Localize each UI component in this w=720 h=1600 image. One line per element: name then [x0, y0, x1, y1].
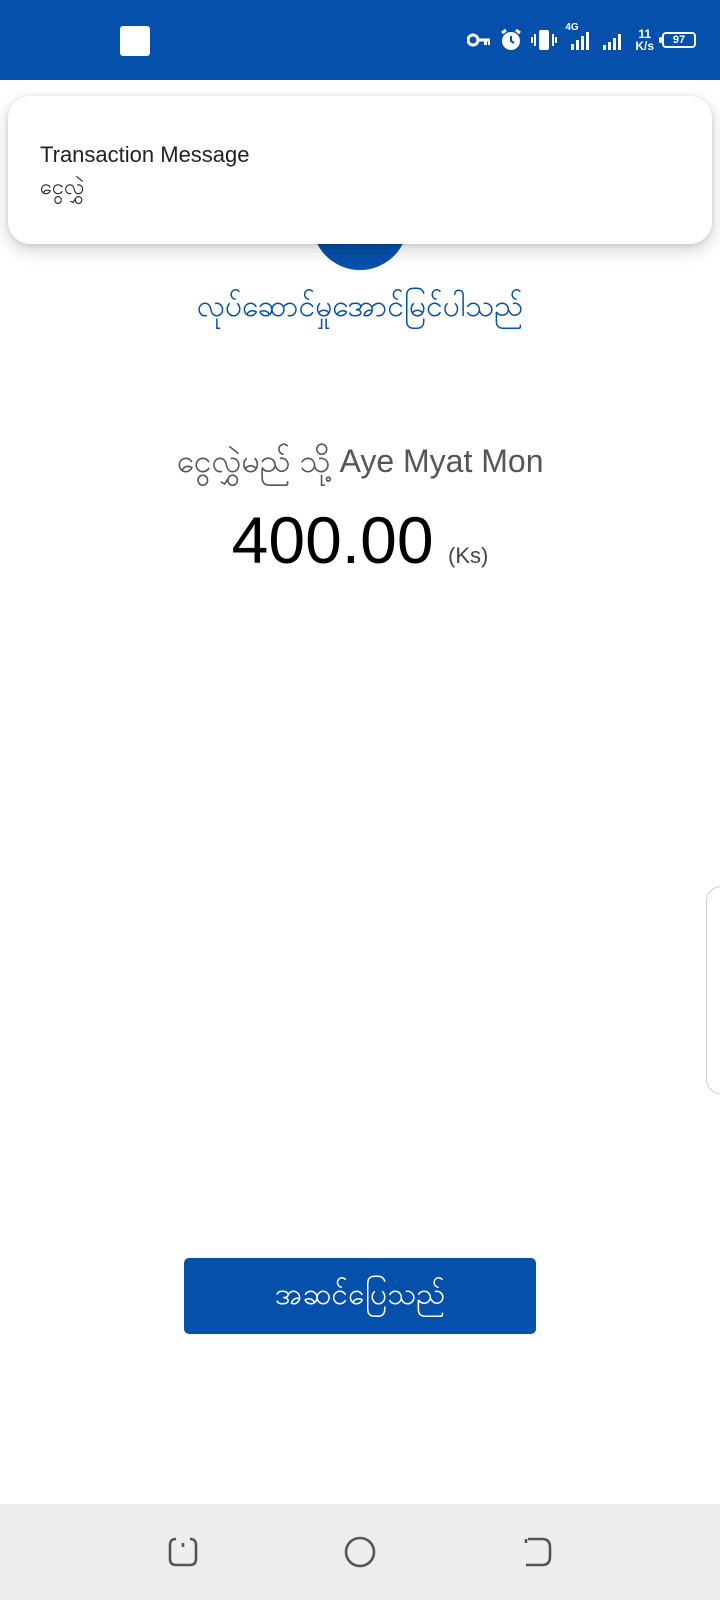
done-button[interactable]: အဆင်ပြေသည် — [184, 1258, 536, 1334]
amount-row: 400.00 (Ks) — [0, 500, 720, 599]
home-button[interactable] — [340, 1534, 380, 1574]
signal-icon — [601, 28, 627, 52]
success-message: လုပ်ဆောင်မှုအောင်မြင်ပါသည် — [196, 290, 524, 323]
alarm-icon — [499, 28, 523, 52]
speed-unit: K/s — [635, 39, 654, 53]
battery-level: 97 — [672, 34, 686, 46]
notification-title: Transaction Message — [40, 142, 250, 167]
navigation-bar — [0, 1504, 720, 1600]
status-bar: 4G 11 K/s 97 — [0, 0, 720, 80]
back-button[interactable] — [517, 1534, 557, 1574]
home-icon — [343, 1535, 377, 1574]
app-notification-icon — [120, 26, 150, 56]
status-icons: 4G 11 K/s 97 — [467, 22, 696, 56]
amount-currency: (Ks) — [448, 543, 489, 568]
network-type-label: 4G — [565, 22, 579, 33]
heads-up-notification[interactable]: Transaction Message ငွေလွှဲ — [8, 96, 712, 244]
amount-value: 400.00 — [231, 503, 434, 577]
network-speed: 11 K/s — [635, 28, 654, 52]
recent-apps-button[interactable] — [163, 1534, 203, 1574]
battery-icon: 97 — [659, 32, 696, 48]
notification-body: ငွေလွှဲ — [40, 174, 85, 199]
back-icon — [520, 1535, 554, 1574]
vibrate-icon — [531, 28, 558, 52]
network-4g-signal-icon: 4G — [565, 22, 593, 52]
done-button-label: အဆင်ပြေသည် — [274, 1277, 446, 1311]
key-icon — [467, 32, 491, 48]
edge-panel-handle[interactable] — [706, 886, 720, 1094]
recent-apps-icon — [166, 1535, 200, 1574]
recipient-text: ငွေလွှဲမည် သို့ Aye Myat Mon — [176, 443, 544, 479]
